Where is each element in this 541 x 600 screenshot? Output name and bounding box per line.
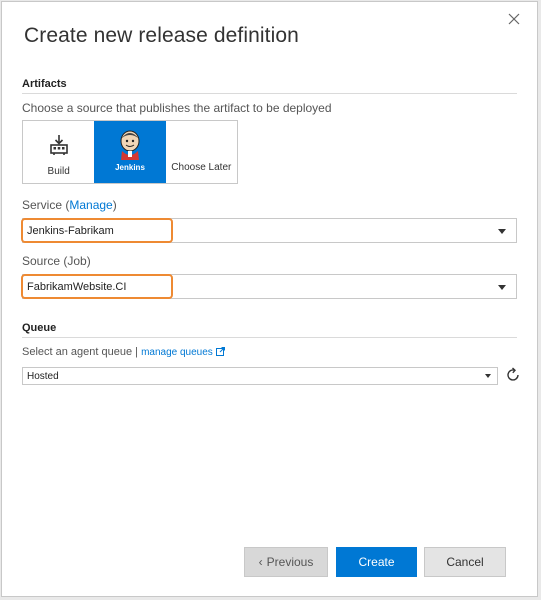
artifacts-hint: Choose a source that publishes the artif… bbox=[22, 101, 332, 115]
close-icon[interactable] bbox=[505, 10, 523, 28]
queue-select[interactable]: Hosted bbox=[22, 367, 498, 385]
manage-queues-label: manage queues bbox=[141, 347, 213, 358]
tile-choose-later-label: Choose Later bbox=[171, 162, 232, 173]
previous-label: Previous bbox=[266, 555, 314, 569]
queue-hint: Select an agent queue | manage queues bbox=[22, 346, 225, 358]
artifacts-heading: Artifacts bbox=[22, 78, 67, 90]
service-label: Service (Manage) bbox=[22, 198, 117, 212]
create-button[interactable]: Create bbox=[336, 547, 417, 577]
source-select-value: FabrikamWebsite.CI bbox=[27, 281, 127, 293]
previous-button[interactable]: ‹ Previous bbox=[244, 547, 328, 577]
external-link-icon bbox=[215, 347, 225, 356]
queue-heading: Queue bbox=[22, 322, 57, 334]
artifacts-divider bbox=[22, 93, 517, 94]
tile-jenkins-label: Jenkins bbox=[115, 163, 145, 172]
jenkins-icon bbox=[117, 128, 143, 162]
chevron-left-icon: ‹ bbox=[258, 555, 263, 569]
manage-queues-link[interactable]: manage queues bbox=[141, 347, 225, 358]
service-select[interactable]: Jenkins-Fabrikam bbox=[22, 218, 517, 243]
chevron-down-icon bbox=[498, 229, 506, 234]
tile-build[interactable]: Build bbox=[23, 121, 94, 183]
source-select[interactable]: FabrikamWebsite.CI bbox=[22, 274, 517, 299]
artifact-source-tiles: Build Jenkins Choose Later bbox=[22, 120, 238, 184]
queue-hint-text: Select an agent queue | bbox=[22, 346, 139, 358]
build-icon bbox=[49, 133, 69, 157]
cancel-button[interactable]: Cancel bbox=[424, 547, 506, 577]
create-release-dialog: Create new release definition Artifacts … bbox=[1, 1, 538, 597]
service-select-value: Jenkins-Fabrikam bbox=[27, 225, 114, 237]
chevron-down-icon bbox=[498, 285, 506, 290]
manage-link[interactable]: Manage bbox=[69, 198, 112, 212]
chevron-down-icon bbox=[485, 374, 491, 378]
dialog-title: Create new release definition bbox=[24, 24, 299, 47]
tile-jenkins[interactable]: Jenkins bbox=[94, 121, 166, 183]
queue-select-value: Hosted bbox=[27, 371, 59, 382]
tile-build-label: Build bbox=[47, 166, 70, 177]
source-label: Source (Job) bbox=[22, 254, 91, 268]
queue-divider bbox=[22, 337, 517, 338]
refresh-icon[interactable] bbox=[505, 367, 521, 383]
tile-choose-later[interactable]: Choose Later bbox=[166, 121, 237, 183]
service-label-text: Service ( bbox=[22, 198, 70, 212]
service-label-close: ) bbox=[112, 198, 117, 212]
